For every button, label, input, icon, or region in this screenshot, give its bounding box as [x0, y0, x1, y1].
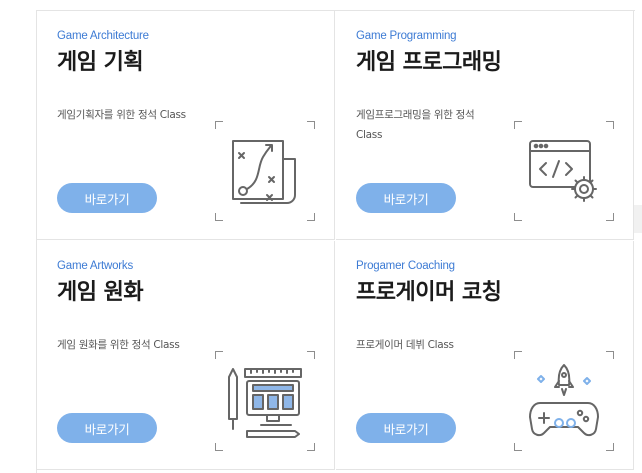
card-subtitle: Progamer Coaching	[356, 260, 455, 272]
card-title: 게임 기획	[57, 50, 144, 75]
code-gear-icon	[514, 121, 614, 221]
card-subtitle: Game Programming	[356, 30, 457, 42]
go-button[interactable]: 바로가기	[57, 183, 157, 213]
design-tools-icon	[215, 351, 315, 451]
card-description: 게임프로그래밍을 위한 정석 Class	[356, 109, 475, 141]
go-button[interactable]: 바로가기	[356, 183, 456, 213]
card-game-architecture: Game Architecture 게임 기획 게임기획자를 위한 정석 Cla…	[37, 11, 335, 240]
course-grid: Game Architecture 게임 기획 게임기획자를 위한 정석 Cla…	[36, 10, 635, 473]
go-button[interactable]: 바로가기	[356, 413, 456, 443]
card-description: 프로게이머 데뷔 Class	[356, 339, 454, 351]
card-subtitle: Game Artworks	[57, 260, 134, 272]
card-title: 프로게이머 코칭	[356, 280, 502, 305]
card-subtitle: Game Architecture	[57, 30, 149, 42]
game-plan-icon	[215, 121, 315, 221]
scrollbar-fragment[interactable]	[634, 205, 642, 233]
card-title: 게임 프로그래밍	[356, 50, 502, 75]
go-button[interactable]: 바로가기	[57, 413, 157, 443]
card-progamer-coaching: Progamer Coaching 프로게이머 코칭 프로게이머 데뷔 Clas…	[336, 241, 634, 470]
card-game-programming: Game Programming 게임 프로그래밍 게임프로그래밍을 위한 정석…	[336, 11, 634, 240]
gamepad-rocket-icon	[514, 351, 614, 451]
card-game-artworks: Game Artworks 게임 원화 게임 원화를 위한 정석 Class 바…	[37, 241, 335, 470]
card-description: 게임기획자를 위한 정석 Class	[57, 109, 186, 121]
card-description: 게임 원화를 위한 정석 Class	[57, 339, 180, 351]
card-title: 게임 원화	[57, 280, 144, 305]
